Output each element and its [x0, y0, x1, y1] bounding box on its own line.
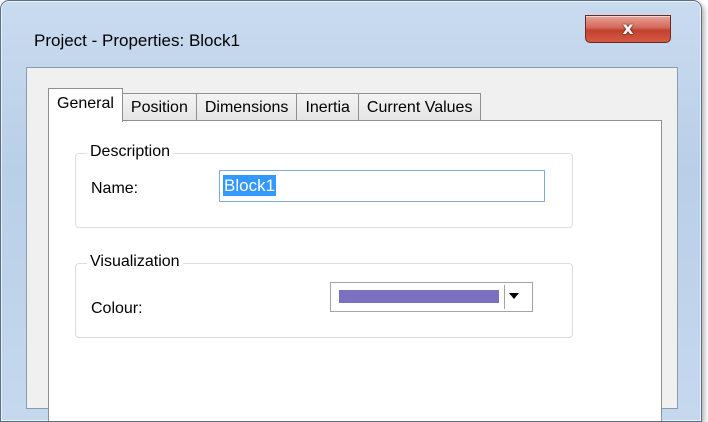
name-input-value: Block1	[223, 175, 277, 196]
close-icon: x	[622, 19, 634, 39]
visualization-group-label: Visualization	[87, 253, 183, 271]
colour-dropdown[interactable]	[330, 282, 533, 312]
close-button[interactable]: x	[585, 15, 671, 43]
tab-dimensions[interactable]: Dimensions	[195, 93, 298, 122]
general-tab-panel: Description Name: Block1 Visualization C…	[48, 120, 662, 421]
tab-general[interactable]: General	[48, 88, 123, 122]
properties-dialog: Project - Properties: Block1 x General P…	[0, 0, 702, 422]
dialog-client-area: General Position Dimensions Inertia Curr…	[26, 67, 678, 421]
name-input[interactable]: Block1	[219, 170, 545, 202]
description-group-label: Description	[87, 143, 174, 161]
tab-inertia[interactable]: Inertia	[296, 93, 359, 122]
colour-swatch	[339, 290, 499, 303]
tab-strip: General Position Dimensions Inertia Curr…	[48, 88, 482, 122]
tab-position[interactable]: Position	[121, 93, 197, 122]
chevron-down-icon[interactable]	[509, 293, 519, 299]
description-group: Description Name: Block1	[75, 143, 573, 228]
visualization-group: Visualization Colour:	[75, 253, 573, 338]
window-title: Project - Properties: Block1	[34, 31, 240, 50]
colour-label: Colour:	[91, 300, 143, 317]
tab-current-values[interactable]: Current Values	[357, 93, 482, 122]
name-label: Name:	[91, 180, 139, 197]
dropdown-separator	[504, 285, 505, 309]
